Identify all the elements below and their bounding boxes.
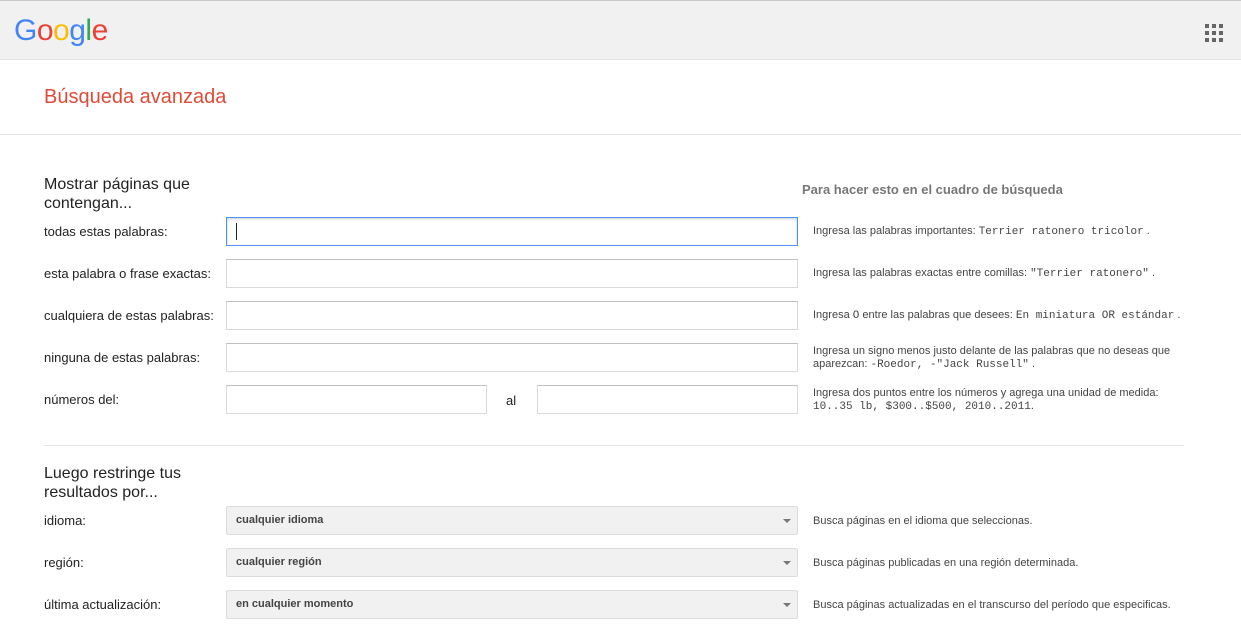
last-update-select-value: en cualquier momento (236, 598, 354, 610)
exact-phrase-hint: Ingresa las palabras exactas entre comil… (813, 267, 1156, 280)
language-select-value: cualquier idioma (236, 514, 324, 526)
last-update-hint: Busca páginas actualizadas en el transcu… (813, 599, 1171, 611)
chevron-down-icon (783, 519, 791, 523)
apps-grid-icon[interactable] (1205, 24, 1223, 42)
all-words-input[interactable] (226, 217, 798, 246)
logo-letter: G (14, 14, 37, 47)
search-box-column-heading: Para hacer esto en el cuadro de búsqueda (802, 182, 1063, 197)
region-hint: Busca páginas publicadas en una región d… (813, 557, 1079, 569)
none-words-input[interactable] (226, 343, 798, 372)
last-update-select[interactable]: en cualquier momento (226, 590, 798, 619)
logo-letter: e (91, 14, 109, 47)
numbers-to-input[interactable] (537, 385, 798, 414)
numbers-from-label: números del: (44, 392, 120, 407)
region-select[interactable]: cualquier región (226, 548, 798, 577)
exact-phrase-input[interactable] (226, 259, 798, 288)
logo-letter: g (69, 14, 86, 47)
numbers-from-input[interactable] (226, 385, 487, 414)
logo-letter: o (53, 14, 70, 47)
section-heading-narrow: Luego restringe tus resultados por... (44, 465, 181, 501)
region-label: región: (44, 555, 84, 570)
none-words-hint: Ingresa un signo menos justo delante de … (813, 345, 1171, 371)
all-words-label: todas estas palabras: (44, 224, 168, 239)
last-update-label: última actualización: (44, 597, 162, 612)
any-words-label: cualquiera de estas palabras: (44, 308, 214, 323)
numbers-hint: Ingresa dos puntos entre los números y a… (813, 387, 1159, 413)
numbers-to-label: al (506, 393, 517, 408)
title-bar: Búsqueda avanzada (0, 60, 1241, 135)
all-words-hint: Ingresa las palabras importantes: Terrie… (813, 225, 1150, 238)
chevron-down-icon (783, 561, 791, 565)
logo-letter: o (36, 14, 54, 47)
section-heading-contains: Mostrar páginas que contengan... (44, 176, 190, 212)
top-bar: Google (0, 0, 1241, 60)
language-label: idioma: (44, 513, 86, 528)
google-logo[interactable]: Google (14, 13, 108, 49)
chevron-down-icon (783, 603, 791, 607)
section-divider (44, 445, 1184, 446)
region-select-value: cualquier región (236, 556, 322, 568)
language-select[interactable]: cualquier idioma (226, 506, 798, 535)
exact-phrase-label: esta palabra o frase exactas: (44, 266, 211, 281)
any-words-hint: Ingresa O entre las palabras que desees:… (813, 309, 1181, 322)
any-words-input[interactable] (226, 301, 798, 330)
text-caret (236, 223, 237, 240)
language-hint: Busca páginas en el idioma que seleccion… (813, 515, 1033, 527)
none-words-label: ninguna de estas palabras: (44, 350, 201, 365)
page-title: Búsqueda avanzada (44, 86, 227, 108)
